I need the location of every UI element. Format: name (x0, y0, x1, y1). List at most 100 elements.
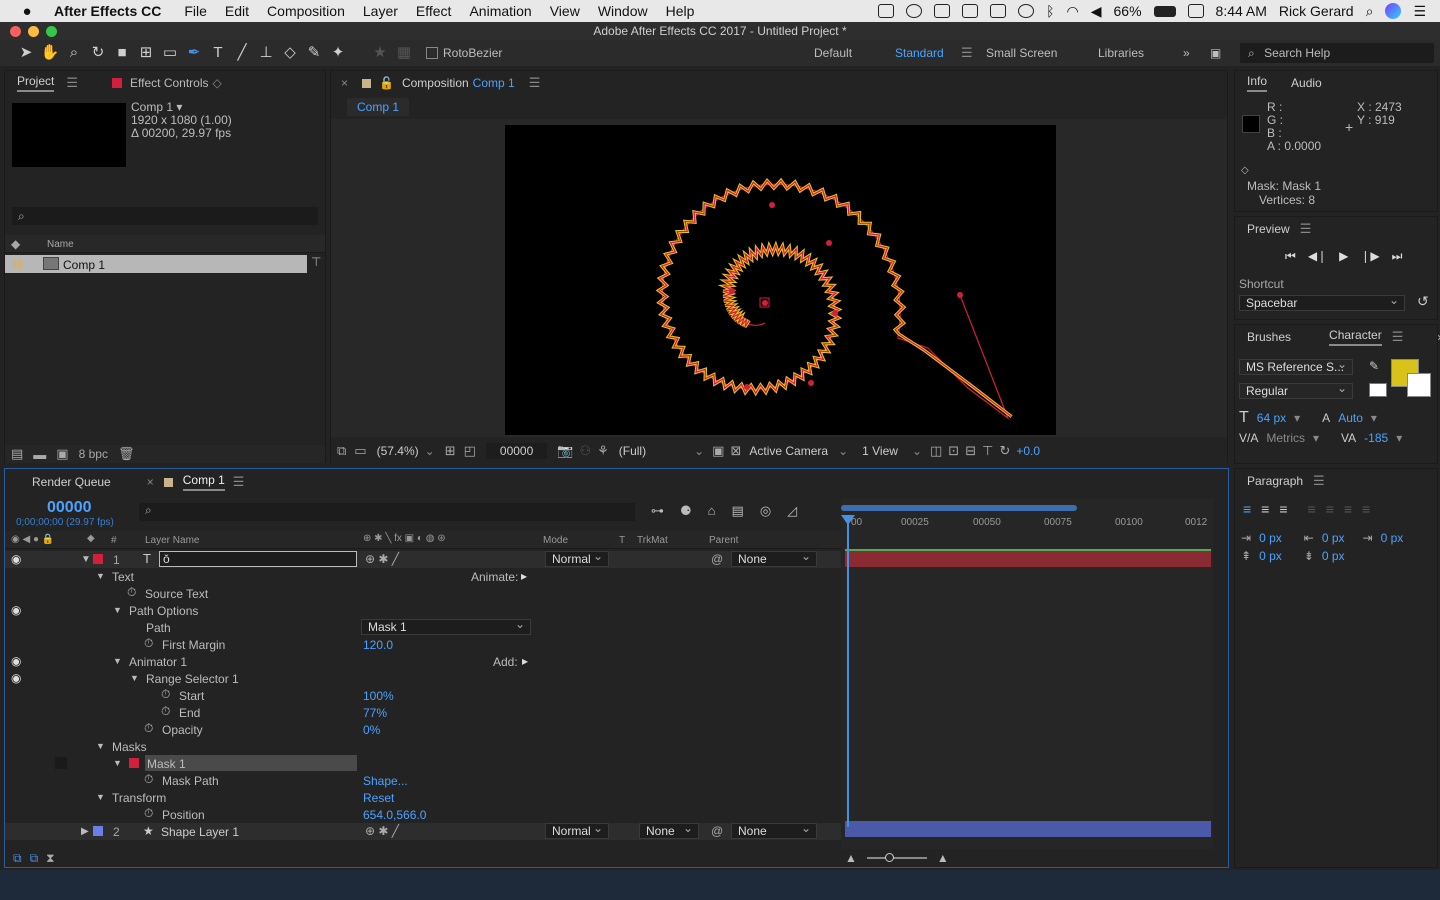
interpret-footage-icon[interactable]: ▤ (11, 446, 23, 462)
stroke-color-swatch[interactable] (1407, 373, 1431, 397)
hand-tool-icon[interactable]: ✋ (38, 42, 62, 64)
layer-1-parent-dropdown[interactable]: None (731, 549, 817, 567)
minimize-window-button[interactable] (28, 26, 39, 37)
next-frame-icon[interactable]: ❘▶ (1360, 249, 1379, 264)
disclosure-triangle-icon[interactable]: ▼ (96, 741, 106, 751)
video-eye-icon[interactable]: ◉ (11, 552, 21, 566)
spotlight-icon[interactable]: ⌕ (1366, 3, 1374, 20)
previous-frame-icon[interactable]: ◀❘ (1308, 249, 1327, 264)
layer-2-duration-bar[interactable] (845, 821, 1211, 837)
disclosure-triangle-icon[interactable]: ▼ (96, 571, 106, 581)
app-menu[interactable]: After Effects CC (54, 3, 161, 19)
stopwatch-icon[interactable]: ⏱ (127, 585, 136, 600)
workspace-menu-icon[interactable]: ☰ (961, 45, 973, 61)
layer-2-switches[interactable]: ⊕ ✱ ╱ (365, 824, 399, 838)
close-tab-icon[interactable]: × (341, 76, 348, 90)
tab-project[interactable]: Project (17, 74, 55, 92)
property-value[interactable]: 100% (363, 689, 394, 703)
selection-tool-icon[interactable]: ➤ (14, 42, 38, 64)
disclosure-triangle-icon[interactable]: ▼ (113, 656, 123, 666)
timeline-graph-area[interactable]: 00 00025 00050 00075 00100 0012 (841, 499, 1213, 849)
layer-1-label-swatch[interactable] (93, 554, 103, 564)
label-color-swatch[interactable] (13, 259, 23, 269)
flowchart-view-icon[interactable]: ⊤ (982, 443, 993, 459)
timeline-timecode[interactable]: 00000 (47, 499, 92, 517)
user-name[interactable]: Rick Gerard (1279, 3, 1354, 19)
tab-timeline-comp[interactable]: Comp 1 (182, 473, 225, 491)
stopwatch-icon[interactable]: ⏱ (144, 721, 153, 736)
property-row[interactable]: ▼Mask 1I (5, 755, 846, 772)
font-size-value[interactable]: 64 px (1257, 411, 1286, 425)
preview-menu-icon[interactable]: ☰ (1300, 221, 1312, 237)
timeline-search-input[interactable]: ⌕ (139, 503, 635, 521)
workspace-default[interactable]: Default (814, 46, 852, 60)
comp-mini-flowchart-icon[interactable]: ⊶ (651, 503, 664, 519)
property-menu-label[interactable]: Add: (493, 655, 518, 669)
property-value[interactable]: 654.0,566.0 (363, 808, 426, 822)
property-row[interactable]: ⏱End77%I (5, 704, 846, 721)
property-value[interactable]: 120.0 (363, 638, 393, 652)
tab-info[interactable]: Info (1247, 74, 1268, 92)
clock-text[interactable]: 8:44 AM (1216, 3, 1267, 19)
workspace-libraries[interactable]: Libraries (1098, 46, 1144, 60)
property-row[interactable]: ◉▼Animator 1Add:▸I (5, 653, 846, 670)
property-eye-icon[interactable]: ◉ (11, 603, 21, 617)
disclosure-triangle-icon[interactable]: ▼ (96, 792, 106, 802)
menu-edit[interactable]: Edit (225, 3, 249, 19)
draft-3d-icon[interactable]: ⚈ (680, 503, 692, 519)
mask-vertex[interactable] (808, 380, 814, 386)
justify-all-icon[interactable]: ≡ (1362, 501, 1370, 517)
layer-2-trkmat-dropdown[interactable]: None (639, 821, 699, 839)
in-out-toggle-icon[interactable]: ⧗ (46, 851, 54, 866)
character-menu-icon[interactable]: ☰ (1392, 329, 1404, 345)
property-row[interactable]: ⏱Start100%I (5, 687, 846, 704)
creative-cloud-icon[interactable] (906, 4, 923, 18)
layer-switches-toggle-icon[interactable]: ⧉ (13, 851, 22, 866)
menu-layer[interactable]: Layer (363, 3, 398, 19)
property-row[interactable]: ⏱First Margin120.0I (5, 636, 846, 653)
transfer-controls-icon[interactable]: ⧉ (30, 851, 39, 866)
shortcut-dropdown[interactable]: Spacebar (1239, 293, 1405, 311)
tracking-value[interactable]: -185 (1364, 431, 1388, 445)
indent-first-value[interactable]: 0 px (1381, 531, 1404, 545)
siri-icon[interactable] (1385, 3, 1402, 19)
tab-render-queue[interactable]: Render Queue (32, 475, 111, 489)
wifi-icon[interactable]: ◠ (1067, 3, 1079, 20)
disclosure-triangle-icon[interactable]: ▼ (113, 605, 123, 615)
zoom-slider[interactable]: ▲ ▲ (845, 851, 1117, 865)
play-icon[interactable]: ▶ (1339, 249, 1348, 264)
property-row[interactable]: ◉▼Range Selector 1I (5, 670, 846, 687)
transparency-grid-icon[interactable]: ⊠ (730, 443, 741, 459)
shy-layers-icon[interactable]: ⌂ (708, 503, 716, 519)
project-item-row[interactable]: Comp 1 (5, 255, 307, 273)
sync-settings-icon[interactable]: ▣ (1210, 46, 1221, 60)
menu-composition[interactable]: Composition (267, 3, 345, 19)
zoom-out-icon[interactable]: ▲ (845, 851, 857, 865)
new-composition-icon[interactable]: ▣ (56, 446, 68, 462)
flowchart-icon[interactable]: ⊤ (311, 255, 321, 269)
zoom-tool-icon[interactable]: ⌕ (62, 42, 86, 64)
battery-monitor-icon[interactable] (934, 4, 951, 18)
rotobezier-checkbox[interactable] (426, 47, 438, 59)
align-center-icon[interactable]: ≡ (1261, 501, 1269, 517)
puppet-pin-tool-icon[interactable]: ✦ (326, 42, 350, 64)
workspace-small-screen[interactable]: Small Screen (986, 46, 1057, 60)
property-value[interactable]: Reset (363, 791, 394, 805)
mask-color-swatch[interactable] (129, 758, 139, 768)
battery-icon[interactable] (1153, 5, 1176, 17)
workspace-overflow-icon[interactable]: » (1183, 46, 1190, 60)
tab-character[interactable]: Character (1329, 328, 1382, 346)
layer-2-name[interactable]: Shape Layer 1 (161, 825, 239, 839)
disclosure-triangle-icon[interactable]: ▼ (113, 758, 123, 768)
property-row[interactable]: ▼TransformResetI (5, 789, 846, 806)
exposure-value[interactable]: +0.0 (1016, 444, 1040, 458)
property-row[interactable]: ⏱Opacity0%I (5, 721, 846, 738)
menu-view[interactable]: View (550, 3, 580, 19)
indent-right-value[interactable]: 0 px (1322, 531, 1345, 545)
display-icon[interactable] (962, 4, 979, 18)
toggle-pixel-aspect-icon[interactable]: ◫ (930, 443, 942, 459)
rotate-tool-icon[interactable]: ↻ (86, 42, 110, 64)
disclosure-triangle-icon[interactable]: ▼ (130, 673, 140, 683)
rectangle-tool-icon[interactable]: ▭ (158, 42, 182, 64)
align-left-icon[interactable]: ≡ (1243, 501, 1251, 517)
